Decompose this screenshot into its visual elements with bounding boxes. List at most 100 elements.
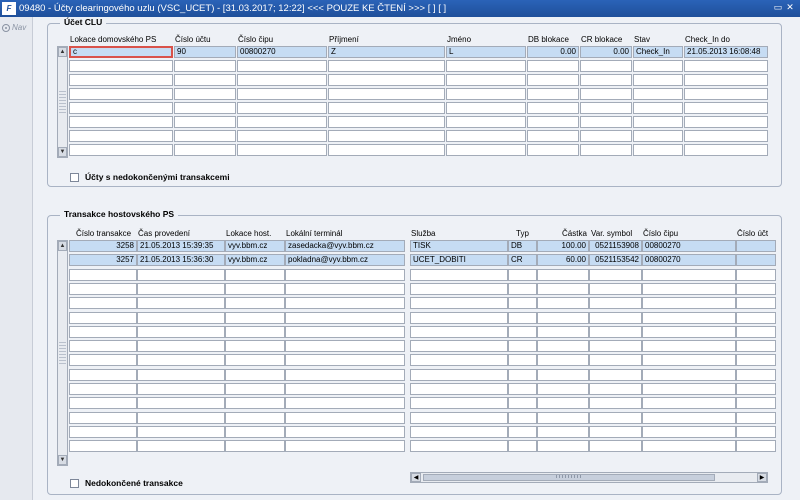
trans-right-cell[interactable] [410,269,508,281]
trans-left-cell[interactable]: 21.05.2013 15:39:35 [137,240,225,252]
trans-right-cell[interactable] [508,412,537,424]
clu-cell[interactable]: L [446,46,526,58]
clu-cell[interactable] [446,60,526,72]
clu-cell[interactable] [580,102,632,114]
trans-right-cell[interactable] [410,397,508,409]
trans-left-cell[interactable] [69,326,137,338]
clu-cell[interactable]: 21.05.2013 16:08:48 [684,46,768,58]
trans-left-cell[interactable] [285,326,405,338]
trans-right-cell[interactable] [508,369,537,381]
clu-cell[interactable] [237,88,327,100]
trans-right-cell[interactable] [589,312,642,324]
trans-right-cell[interactable] [736,254,776,266]
clu-cell[interactable] [328,74,445,86]
nedokoncene-ucty-checkbox-row[interactable]: Účty s nedokončenými transakcemi [70,172,230,182]
clu-cell[interactable] [328,144,445,156]
trans-left-cell[interactable] [285,283,405,295]
clu-cell[interactable] [69,144,173,156]
trans-left-cell[interactable] [225,426,285,438]
trans-right-cell[interactable] [537,283,589,295]
trans-right-cell[interactable]: UCET_DOBITI [410,254,508,266]
clu-cell[interactable] [174,88,236,100]
trans-right-cell[interactable] [736,354,776,366]
nedokoncene-transakce-checkbox[interactable] [70,478,79,488]
clu-cell[interactable] [527,88,579,100]
trans-left-cell[interactable]: 3257 [69,254,137,266]
trans-right-cell[interactable] [589,297,642,309]
clu-cell[interactable] [446,74,526,86]
clu-cell[interactable] [69,74,173,86]
trans-right-cell[interactable]: 60.00 [537,254,589,266]
scroll-left-icon[interactable]: ◀ [411,473,421,482]
clu-cell[interactable] [328,88,445,100]
trans-right-cell[interactable] [508,383,537,395]
clu-cell[interactable] [633,74,683,86]
trans-right-cell[interactable] [589,354,642,366]
trans-left-cell[interactable] [285,312,405,324]
trans-right-cell[interactable] [589,269,642,281]
trans-right-cell[interactable]: TISK [410,240,508,252]
trans-right-cell[interactable] [410,369,508,381]
clu-cell[interactable] [527,116,579,128]
scroll-down-icon[interactable]: ▼ [58,455,67,465]
clu-cell[interactable] [580,130,632,142]
trans-right-cell[interactable] [508,269,537,281]
trans-right-cell[interactable] [736,369,776,381]
trans-right-cell[interactable] [642,340,736,352]
trans-left-cell[interactable] [225,326,285,338]
trans-left-cell[interactable] [69,412,137,424]
trans-left-cell[interactable] [225,269,285,281]
trans-left-cell[interactable] [285,397,405,409]
clu-cell[interactable] [446,116,526,128]
clu-cell[interactable] [174,144,236,156]
trans-right-cell[interactable] [642,269,736,281]
clu-cell[interactable] [684,144,768,156]
trans-left-cell[interactable] [69,440,137,452]
clu-cell[interactable] [633,60,683,72]
trans-right-cell[interactable] [736,397,776,409]
trans-left-cell[interactable] [285,369,405,381]
trans-left-cell[interactable] [69,426,137,438]
trans-left-cell[interactable] [225,369,285,381]
trans-left-cell[interactable] [69,297,137,309]
trans-right-cell[interactable] [508,297,537,309]
clu-cell[interactable] [328,102,445,114]
trans-right-cell[interactable] [642,354,736,366]
trans-left-cell[interactable] [137,269,225,281]
trans-right-cell[interactable] [508,354,537,366]
trans-left-cell[interactable] [285,269,405,281]
clu-cell[interactable] [527,102,579,114]
trans-left-cell[interactable] [137,412,225,424]
trans-right-cell[interactable] [537,426,589,438]
trans-right-cell[interactable] [642,297,736,309]
trans-right-cell[interactable] [410,340,508,352]
trans-left-cell[interactable]: pokladna@vyv.bbm.cz [285,254,405,266]
trans-right-cell[interactable] [410,297,508,309]
trans-right-cell[interactable]: CR [508,254,537,266]
clu-cell[interactable] [446,88,526,100]
trans-left-cell[interactable] [69,340,137,352]
clu-cell[interactable] [237,60,327,72]
trans-left-cell[interactable]: zasedacka@vyv.bbm.cz [285,240,405,252]
trans-left-cell[interactable]: 21.05.2013 15:36:30 [137,254,225,266]
clu-cell[interactable]: 90 [174,46,236,58]
trans-right-cell[interactable] [537,369,589,381]
clu-cell[interactable] [580,60,632,72]
trans-right-cell[interactable] [410,383,508,395]
trans-left-cell[interactable] [285,426,405,438]
trans-right-cell[interactable] [642,283,736,295]
trans-right-cell[interactable] [589,369,642,381]
clu-cell[interactable] [174,60,236,72]
trans-left-cell[interactable] [225,397,285,409]
trans-right-cell[interactable] [410,440,508,452]
trans-left-cell[interactable] [137,297,225,309]
trans-right-cell[interactable] [736,440,776,452]
trans-right-cell[interactable] [410,412,508,424]
clu-cell[interactable] [580,88,632,100]
trans-left-cell[interactable] [137,397,225,409]
trans-left-cell[interactable] [69,269,137,281]
trans-right-cell[interactable] [537,297,589,309]
trans-right-cell[interactable] [537,383,589,395]
clu-cell[interactable] [237,144,327,156]
nedokoncene-transakce-checkbox-row[interactable]: Nedokončené transakce [70,478,183,488]
